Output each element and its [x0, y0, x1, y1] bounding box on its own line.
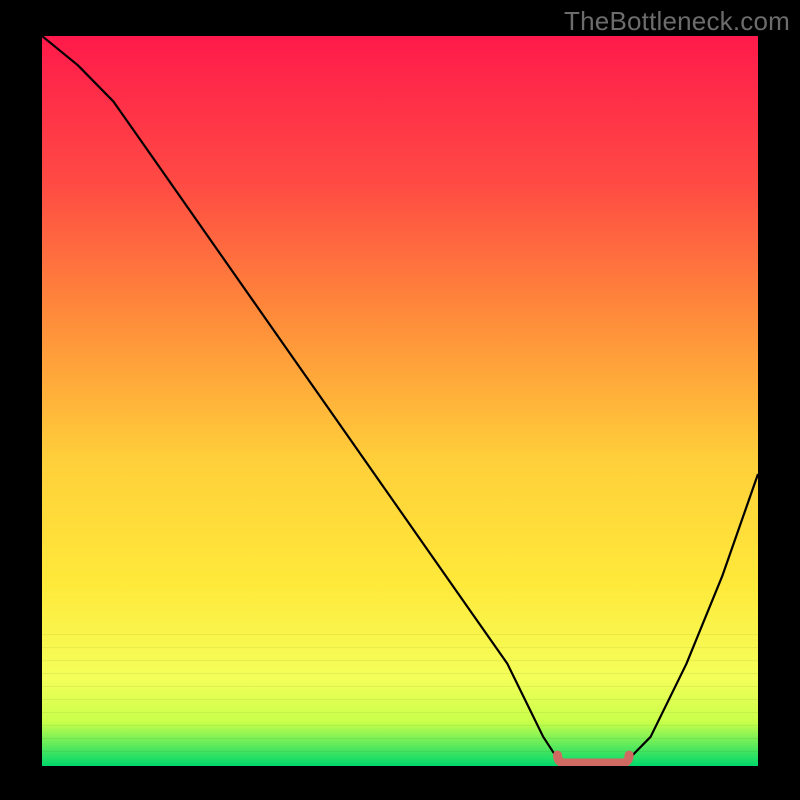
chart-container: TheBottleneck.com — [0, 0, 800, 800]
bottleneck-chart — [0, 0, 800, 800]
plot-background — [42, 36, 758, 766]
watermark-text: TheBottleneck.com — [564, 6, 790, 37]
